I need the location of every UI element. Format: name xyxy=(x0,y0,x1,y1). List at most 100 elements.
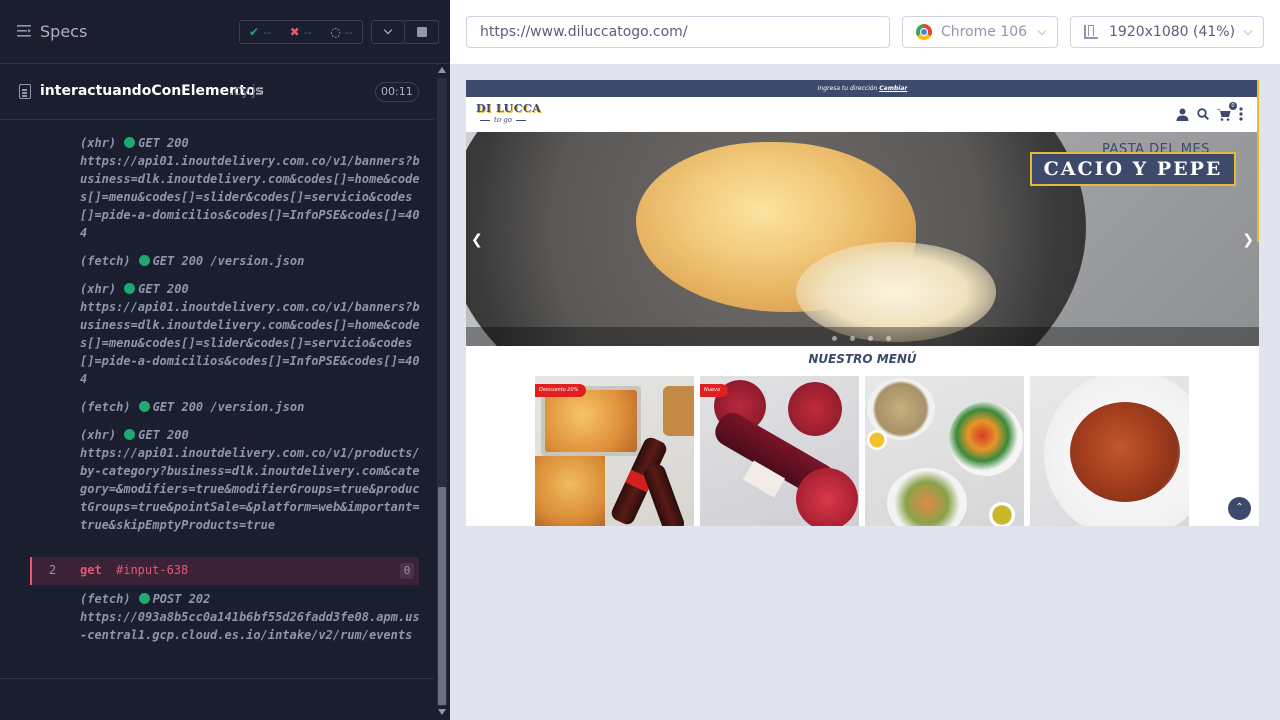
command-log-panel: Specs ✔ -- ✖ -- ◌ -- interactuandoConEle… xyxy=(0,0,450,720)
drink-image xyxy=(788,382,842,436)
cart-icon[interactable] xyxy=(1217,108,1231,121)
browser-name: Chrome 106 xyxy=(941,24,1028,40)
hero-carousel[interactable]: PASTA DEL MES CACIO Y PEPE ❮ ❯ xyxy=(466,132,1259,346)
log-entry[interactable]: (fetch) GET 200 /version.json xyxy=(80,398,420,416)
file-icon xyxy=(19,84,31,99)
scrollbar-thumb[interactable] xyxy=(438,487,446,705)
preview-toolbar: https://www.diluccatogo.com/ Chrome 106 … xyxy=(450,0,1280,64)
chevron-right-icon[interactable]: ❯ xyxy=(1242,232,1254,248)
element-count-badge: 0 xyxy=(400,563,414,579)
viewport-selector[interactable]: 1920x1080 (41%) xyxy=(1070,16,1264,48)
accent-edge xyxy=(1257,80,1259,242)
failed-stat: ✖ -- xyxy=(281,25,322,39)
log-entry[interactable]: (fetch) GET 200 /version.json xyxy=(80,252,420,270)
ruler-icon xyxy=(1084,25,1098,39)
log-status: POST 202 xyxy=(152,592,211,606)
spec-file-row[interactable]: interactuandoConElementos .cy.js 00:11 xyxy=(0,64,434,120)
chevron-down-icon xyxy=(1243,26,1253,36)
log-type: (xhr) xyxy=(80,428,117,442)
site-header: DI LUCCA to go 0 xyxy=(466,97,1259,132)
site-logo[interactable]: DI LUCCA to go xyxy=(476,100,548,128)
food-image xyxy=(545,390,637,452)
log-type: (xhr) xyxy=(80,282,117,296)
collapse-button[interactable] xyxy=(371,20,405,44)
drink-image xyxy=(796,468,858,526)
status-dot-icon xyxy=(124,429,136,440)
specs-list-icon[interactable] xyxy=(17,24,31,38)
food-image xyxy=(887,468,967,526)
chevron-left-icon[interactable]: ❮ xyxy=(471,232,483,248)
logo-tagline: to go xyxy=(480,116,526,124)
logo-wordmark: DI LUCCA xyxy=(476,102,542,115)
stop-button[interactable] xyxy=(405,20,439,44)
food-image xyxy=(1070,402,1180,502)
log-type: (fetch) xyxy=(80,254,131,268)
website-frame: Ingresa tu dirección Cambiar DI LUCCA to… xyxy=(466,80,1259,526)
log-type: (fetch) xyxy=(80,400,131,414)
log-entry[interactable]: (xhr) GET 200 https://api01.inoutdelivery… xyxy=(80,426,420,534)
status-dot-icon xyxy=(138,593,150,604)
status-dot-icon xyxy=(138,401,150,412)
log-url: https://api01.inoutdelivery.com.co/v1/pr… xyxy=(80,446,420,532)
log-url: https://api01.inoutdelivery.com.co/v1/ba… xyxy=(80,154,420,240)
user-icon[interactable] xyxy=(1176,108,1189,121)
browser-selector[interactable]: Chrome 106 xyxy=(902,16,1058,48)
log-url: https://api01.inoutdelivery.com.co/v1/ba… xyxy=(80,300,420,386)
log-entry-partial[interactable] xyxy=(80,120,420,133)
command-selector: #input-638 xyxy=(116,563,189,577)
scroll-down-icon[interactable] xyxy=(438,709,446,715)
promo-title: CACIO Y PEPE xyxy=(1030,152,1236,186)
chevron-up-icon: ⌃ xyxy=(1235,502,1244,513)
carousel-dot[interactable] xyxy=(832,336,837,341)
address-strip: Ingresa tu dirección Cambiar xyxy=(466,80,1259,97)
chrome-icon xyxy=(916,24,932,40)
cart-count-badge: 0 xyxy=(1229,102,1237,110)
passed-count: -- xyxy=(263,25,272,39)
log-status: GET 200 /version.json xyxy=(152,400,305,414)
log-status: GET 200 xyxy=(138,282,189,296)
command-log-scrollbar[interactable] xyxy=(434,64,450,720)
specs-title[interactable]: Specs xyxy=(40,22,87,41)
x-icon: ✖ xyxy=(289,25,300,39)
command-number: 2 xyxy=(49,563,57,577)
test-stats: ✔ -- ✖ -- ◌ -- xyxy=(239,20,363,44)
spec-duration-badge: 00:11 xyxy=(375,82,419,102)
menu-card-bowls[interactable] xyxy=(865,376,1024,526)
log-status: GET 200 xyxy=(138,428,189,442)
carousel-dots xyxy=(832,336,891,341)
food-image xyxy=(989,502,1015,526)
chevron-down-icon xyxy=(383,25,393,35)
log-entry[interactable]: (xhr) GET 200 https://api01.inoutdelivery… xyxy=(80,280,420,388)
log-type: (xhr) xyxy=(80,136,117,150)
pending-stat: ◌ -- xyxy=(321,25,362,39)
change-address-link[interactable]: Cambiar xyxy=(879,85,907,92)
viewport-size: 1920x1080 (41%) xyxy=(1109,24,1236,40)
more-vertical-icon[interactable] xyxy=(1239,107,1243,121)
menu-card-lasagna[interactable]: Descuento 20% xyxy=(535,376,694,526)
carousel-dot[interactable] xyxy=(850,336,855,341)
carousel-dot[interactable] xyxy=(868,336,873,341)
scroll-to-top-button[interactable]: ⌃ xyxy=(1228,497,1251,520)
chevron-down-icon xyxy=(1037,26,1047,36)
command-name: get xyxy=(80,563,102,577)
menu-card-drinks[interactable]: Nuevo xyxy=(700,376,859,526)
food-image xyxy=(867,430,887,450)
food-image xyxy=(949,402,1023,476)
search-icon[interactable] xyxy=(1197,108,1209,120)
app-preview-panel: https://www.diluccatogo.com/ Chrome 106 … xyxy=(450,0,1280,720)
stop-icon xyxy=(416,27,427,37)
log-url: https://093a8b5cc0a141b6bf55d26fadd3fe08… xyxy=(80,610,420,642)
menu-section-title: NUESTRO MENÚ xyxy=(808,352,917,366)
menu-card-pasta[interactable] xyxy=(1030,376,1189,526)
discount-badge: Descuento 20% xyxy=(535,384,587,397)
divider xyxy=(0,678,434,679)
specs-header: Specs ✔ -- ✖ -- ◌ -- xyxy=(0,0,450,64)
carousel-dot[interactable] xyxy=(886,336,891,341)
failed-command-row[interactable]: 2 get #input-638 0 xyxy=(30,557,419,585)
url-field[interactable]: https://www.diluccatogo.com/ xyxy=(466,16,890,48)
log-entry[interactable]: (xhr) GET 200 https://api01.inoutdelivery… xyxy=(80,134,420,242)
scroll-up-icon[interactable] xyxy=(438,67,446,73)
log-entry[interactable]: (fetch) POST 202 https://093a8b5cc0a141b6… xyxy=(80,590,420,644)
status-dot-icon xyxy=(124,137,136,148)
status-dot-icon xyxy=(124,283,136,294)
